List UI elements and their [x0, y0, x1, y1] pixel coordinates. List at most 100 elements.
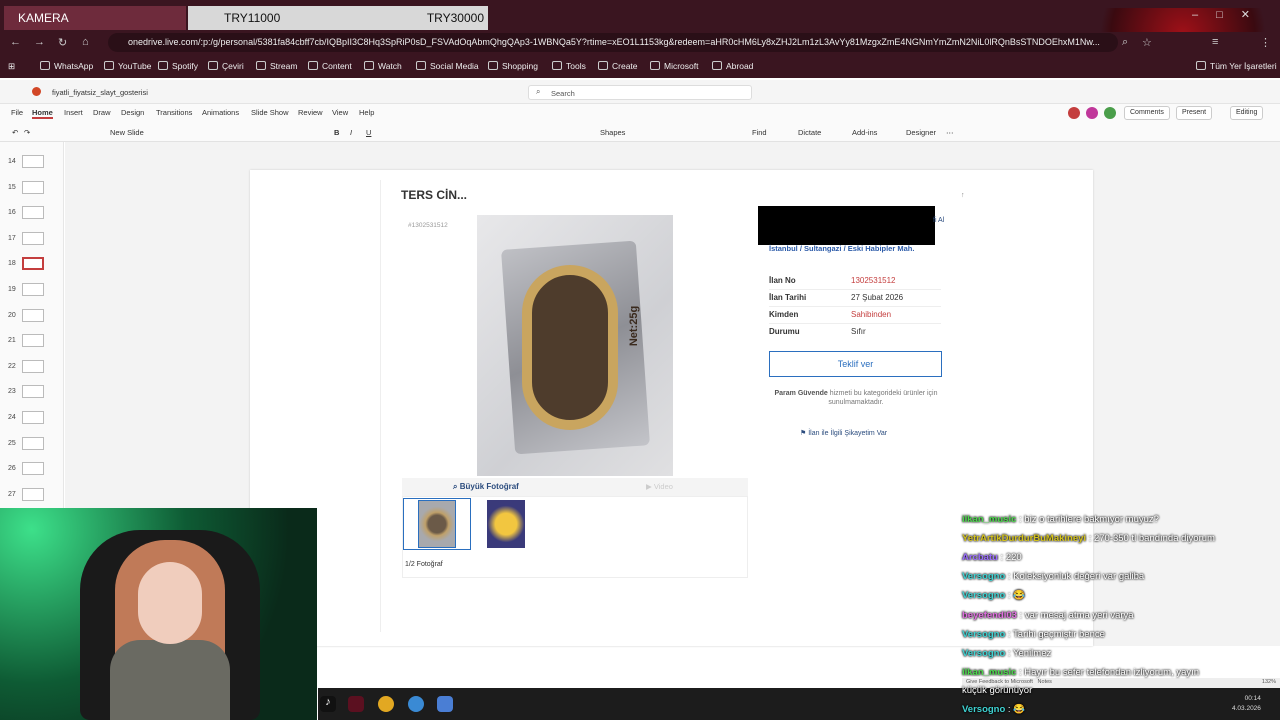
more-options-icon[interactable]: ⋯	[946, 128, 954, 137]
streamer-body	[110, 640, 230, 720]
slide-thumbnail-21[interactable]	[22, 334, 44, 348]
chat-message: Versogno : Koleksiyonluk değeri var gali…	[962, 571, 1144, 582]
app-icon[interactable]	[437, 696, 453, 712]
menu-slide-show[interactable]: Slide Show	[251, 108, 289, 117]
listing-location[interactable]: İstanbul / Sultangazi / Eski Habipler Ma…	[769, 244, 929, 253]
comments-button[interactable]: Comments	[1124, 106, 1170, 120]
present-button[interactable]: Present	[1176, 106, 1213, 120]
slide-thumbnail-22[interactable]	[22, 359, 44, 373]
big-photo-button[interactable]: ⌕ Büyük Fotoğraf	[453, 482, 519, 492]
search-input[interactable]: Search	[528, 85, 752, 100]
underline-icon[interactable]: U	[366, 128, 371, 137]
addins-button[interactable]: Add-ins	[852, 128, 877, 137]
extensions-icon[interactable]: ≡	[1212, 36, 1218, 48]
bookmark-create[interactable]: Create	[598, 61, 638, 71]
slide-thumbnail-20[interactable]	[22, 308, 44, 322]
redo-icon[interactable]: ↷	[24, 128, 30, 137]
report-listing-link[interactable]: ⚑ İlan ile İlgili Şikayetim Var	[800, 429, 887, 437]
chat-message: ilkan_music : Hayır bu sefer telefondan …	[962, 667, 1199, 678]
chrome-icon[interactable]	[408, 696, 424, 712]
menu-icon[interactable]: ⋮	[1260, 36, 1271, 49]
make-offer-button[interactable]: Teklif ver	[769, 351, 942, 377]
menu-animations[interactable]: Animations	[202, 108, 239, 117]
bookmark-ceviri[interactable]: Çeviri	[208, 61, 244, 71]
reload-icon[interactable]: ↻	[58, 36, 67, 49]
slide-thumbnail-15[interactable]	[22, 180, 44, 194]
shapes-button[interactable]: Shapes	[600, 128, 625, 137]
bookmark-abroad[interactable]: Abroad	[712, 61, 753, 71]
chat-message: Arcbatu : 220	[962, 552, 1022, 563]
video-button[interactable]: ▶ Video	[646, 482, 673, 491]
streamer-face	[138, 562, 202, 644]
chat-message: Versogno : 😂	[962, 704, 1025, 715]
apps-icon[interactable]: ⊞	[8, 61, 15, 72]
chat-username: beyefendi03	[962, 610, 1017, 621]
photo-thumb-2[interactable]	[487, 500, 525, 548]
bookmark-tools[interactable]: Tools	[552, 61, 586, 71]
chat-text: : 😂	[1005, 704, 1026, 715]
bookmark-social-media[interactable]: Social Media	[416, 61, 479, 71]
chrome-icon[interactable]	[378, 696, 394, 712]
collaborator-avatar[interactable]	[1104, 107, 1116, 119]
back-icon[interactable]: ←	[10, 36, 21, 48]
bold-icon[interactable]: B	[334, 128, 339, 137]
menu-file[interactable]: File	[11, 108, 23, 117]
italic-icon[interactable]: I	[350, 128, 352, 137]
slide-thumbnail-19[interactable]	[22, 283, 44, 296]
zoom-icon[interactable]: ⌕	[1122, 36, 1128, 49]
app-icon[interactable]	[348, 696, 364, 712]
forward-icon[interactable]: →	[34, 36, 45, 48]
editing-button[interactable]: Editing	[1230, 106, 1264, 120]
photo-thumb-1[interactable]	[418, 500, 456, 548]
chat-username: ilkan_music	[962, 667, 1017, 678]
slide-thumbnail-17[interactable]	[22, 231, 44, 245]
bookmark-youtube[interactable]: YouTube	[104, 61, 151, 71]
bookmark-content[interactable]: Content	[308, 61, 352, 71]
dictate-button[interactable]: Dictate	[798, 128, 821, 137]
slide-thumbnail-24[interactable]	[22, 411, 44, 424]
slide-thumbnail-16[interactable]	[22, 206, 44, 220]
tab-try11000[interactable]: TRY11000	[188, 6, 432, 30]
menu-review[interactable]: Review	[298, 108, 323, 117]
url-field[interactable]: onedrive.live.com/:p:/g/personal/5381fa8…	[108, 33, 1118, 52]
slide-thumbnail-26[interactable]	[22, 462, 44, 476]
bookmark-star-icon[interactable]: ☆	[1142, 36, 1152, 49]
slide-number: 23	[8, 388, 16, 396]
tiktok-icon[interactable]: ♪	[320, 696, 336, 712]
undo-icon[interactable]: ↶	[12, 128, 18, 137]
slide-thumbnail-27[interactable]	[22, 487, 44, 501]
collaborator-avatar[interactable]	[1068, 107, 1080, 119]
menu-design[interactable]: Design	[121, 108, 144, 117]
slide-thumbnail-14[interactable]	[22, 155, 44, 168]
bookmark-watch[interactable]: Watch	[364, 61, 402, 71]
designer-button[interactable]: Designer	[906, 128, 936, 137]
home-icon[interactable]: ⌂	[82, 36, 89, 48]
chat-text: : 270-350 tl bandında diyorum	[1086, 533, 1215, 544]
bookmark-spotify[interactable]: Spotify	[158, 61, 198, 71]
menu-transitions[interactable]: Transitions	[156, 108, 192, 117]
bookmark-all[interactable]: Tüm Yer İşaretleri	[1196, 61, 1277, 71]
slide-thumbnail-23[interactable]	[22, 385, 44, 399]
collaborator-avatar[interactable]	[1086, 107, 1098, 119]
slide-thumbnail-18[interactable]	[22, 257, 44, 271]
slide-number: 16	[8, 209, 16, 217]
bookmark-shopping[interactable]: Shopping	[488, 61, 538, 71]
tab-kamera[interactable]: KAMERA	[4, 6, 186, 30]
menu-insert[interactable]: Insert	[64, 108, 83, 117]
bookmark-microsoft[interactable]: Microsoft	[650, 61, 698, 71]
bookmark-stream[interactable]: Stream	[256, 61, 297, 71]
menu-help[interactable]: Help	[359, 108, 374, 117]
slide-number: 18	[8, 260, 16, 268]
powerpoint-logo-icon	[32, 87, 41, 96]
new-slide-button[interactable]: New Slide	[110, 128, 144, 137]
slide-thumbnail-25[interactable]	[22, 436, 44, 450]
file-name[interactable]: fiyatli_fiyatsiz_slayt_gosterisi	[52, 88, 148, 97]
bookmark-whatsapp[interactable]: WhatsApp	[40, 61, 93, 71]
menu-view[interactable]: View	[332, 108, 348, 117]
slide-number: 20	[8, 311, 16, 319]
find-button[interactable]: Find	[752, 128, 767, 137]
menu-draw[interactable]: Draw	[93, 108, 111, 117]
window-controls[interactable]: –□✕	[1192, 8, 1268, 21]
tab-try30000[interactable]: TRY30000	[427, 6, 488, 30]
menu-home[interactable]: Home	[32, 108, 53, 119]
